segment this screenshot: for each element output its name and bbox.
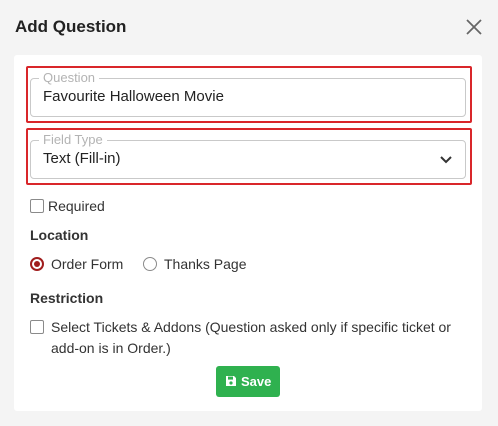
thanks-page-label: Thanks Page (164, 256, 247, 272)
floppy-disk-icon (226, 376, 236, 386)
restriction-label-line1: Select Tickets & Addons (Question asked … (51, 319, 451, 335)
field-type-value: Text (Fill-in) (43, 150, 121, 167)
question-legend: Question (39, 70, 100, 86)
save-button[interactable]: Save (216, 366, 280, 397)
modal-body: Question Favourite Halloween Movie Field… (14, 55, 482, 411)
order-form-label: Order Form (51, 256, 124, 272)
field-type-select[interactable]: Field Type Text (Fill-in) (30, 132, 466, 179)
order-form-radio[interactable] (30, 257, 44, 271)
thanks-page-radio[interactable] (143, 257, 157, 271)
modal-header: Add Question (0, 0, 498, 54)
field-type-legend: Field Type (39, 132, 107, 148)
close-icon[interactable] (463, 16, 485, 38)
restriction-heading: Restriction (30, 290, 104, 306)
restriction-checkbox[interactable] (30, 320, 44, 334)
restriction-label-line2: add-on is in Order.) (51, 340, 171, 356)
modal-title: Add Question (15, 17, 127, 36)
chevron-down-icon (440, 156, 452, 164)
question-input[interactable]: Question Favourite Halloween Movie (30, 70, 466, 117)
save-label: Save (241, 374, 272, 389)
add-question-modal: Add Question Question Favourite Hallowee… (0, 0, 498, 426)
required-checkbox[interactable] (30, 199, 44, 213)
location-heading: Location (30, 227, 89, 243)
required-label: Required (48, 198, 105, 214)
question-value: Favourite Halloween Movie (43, 88, 224, 105)
